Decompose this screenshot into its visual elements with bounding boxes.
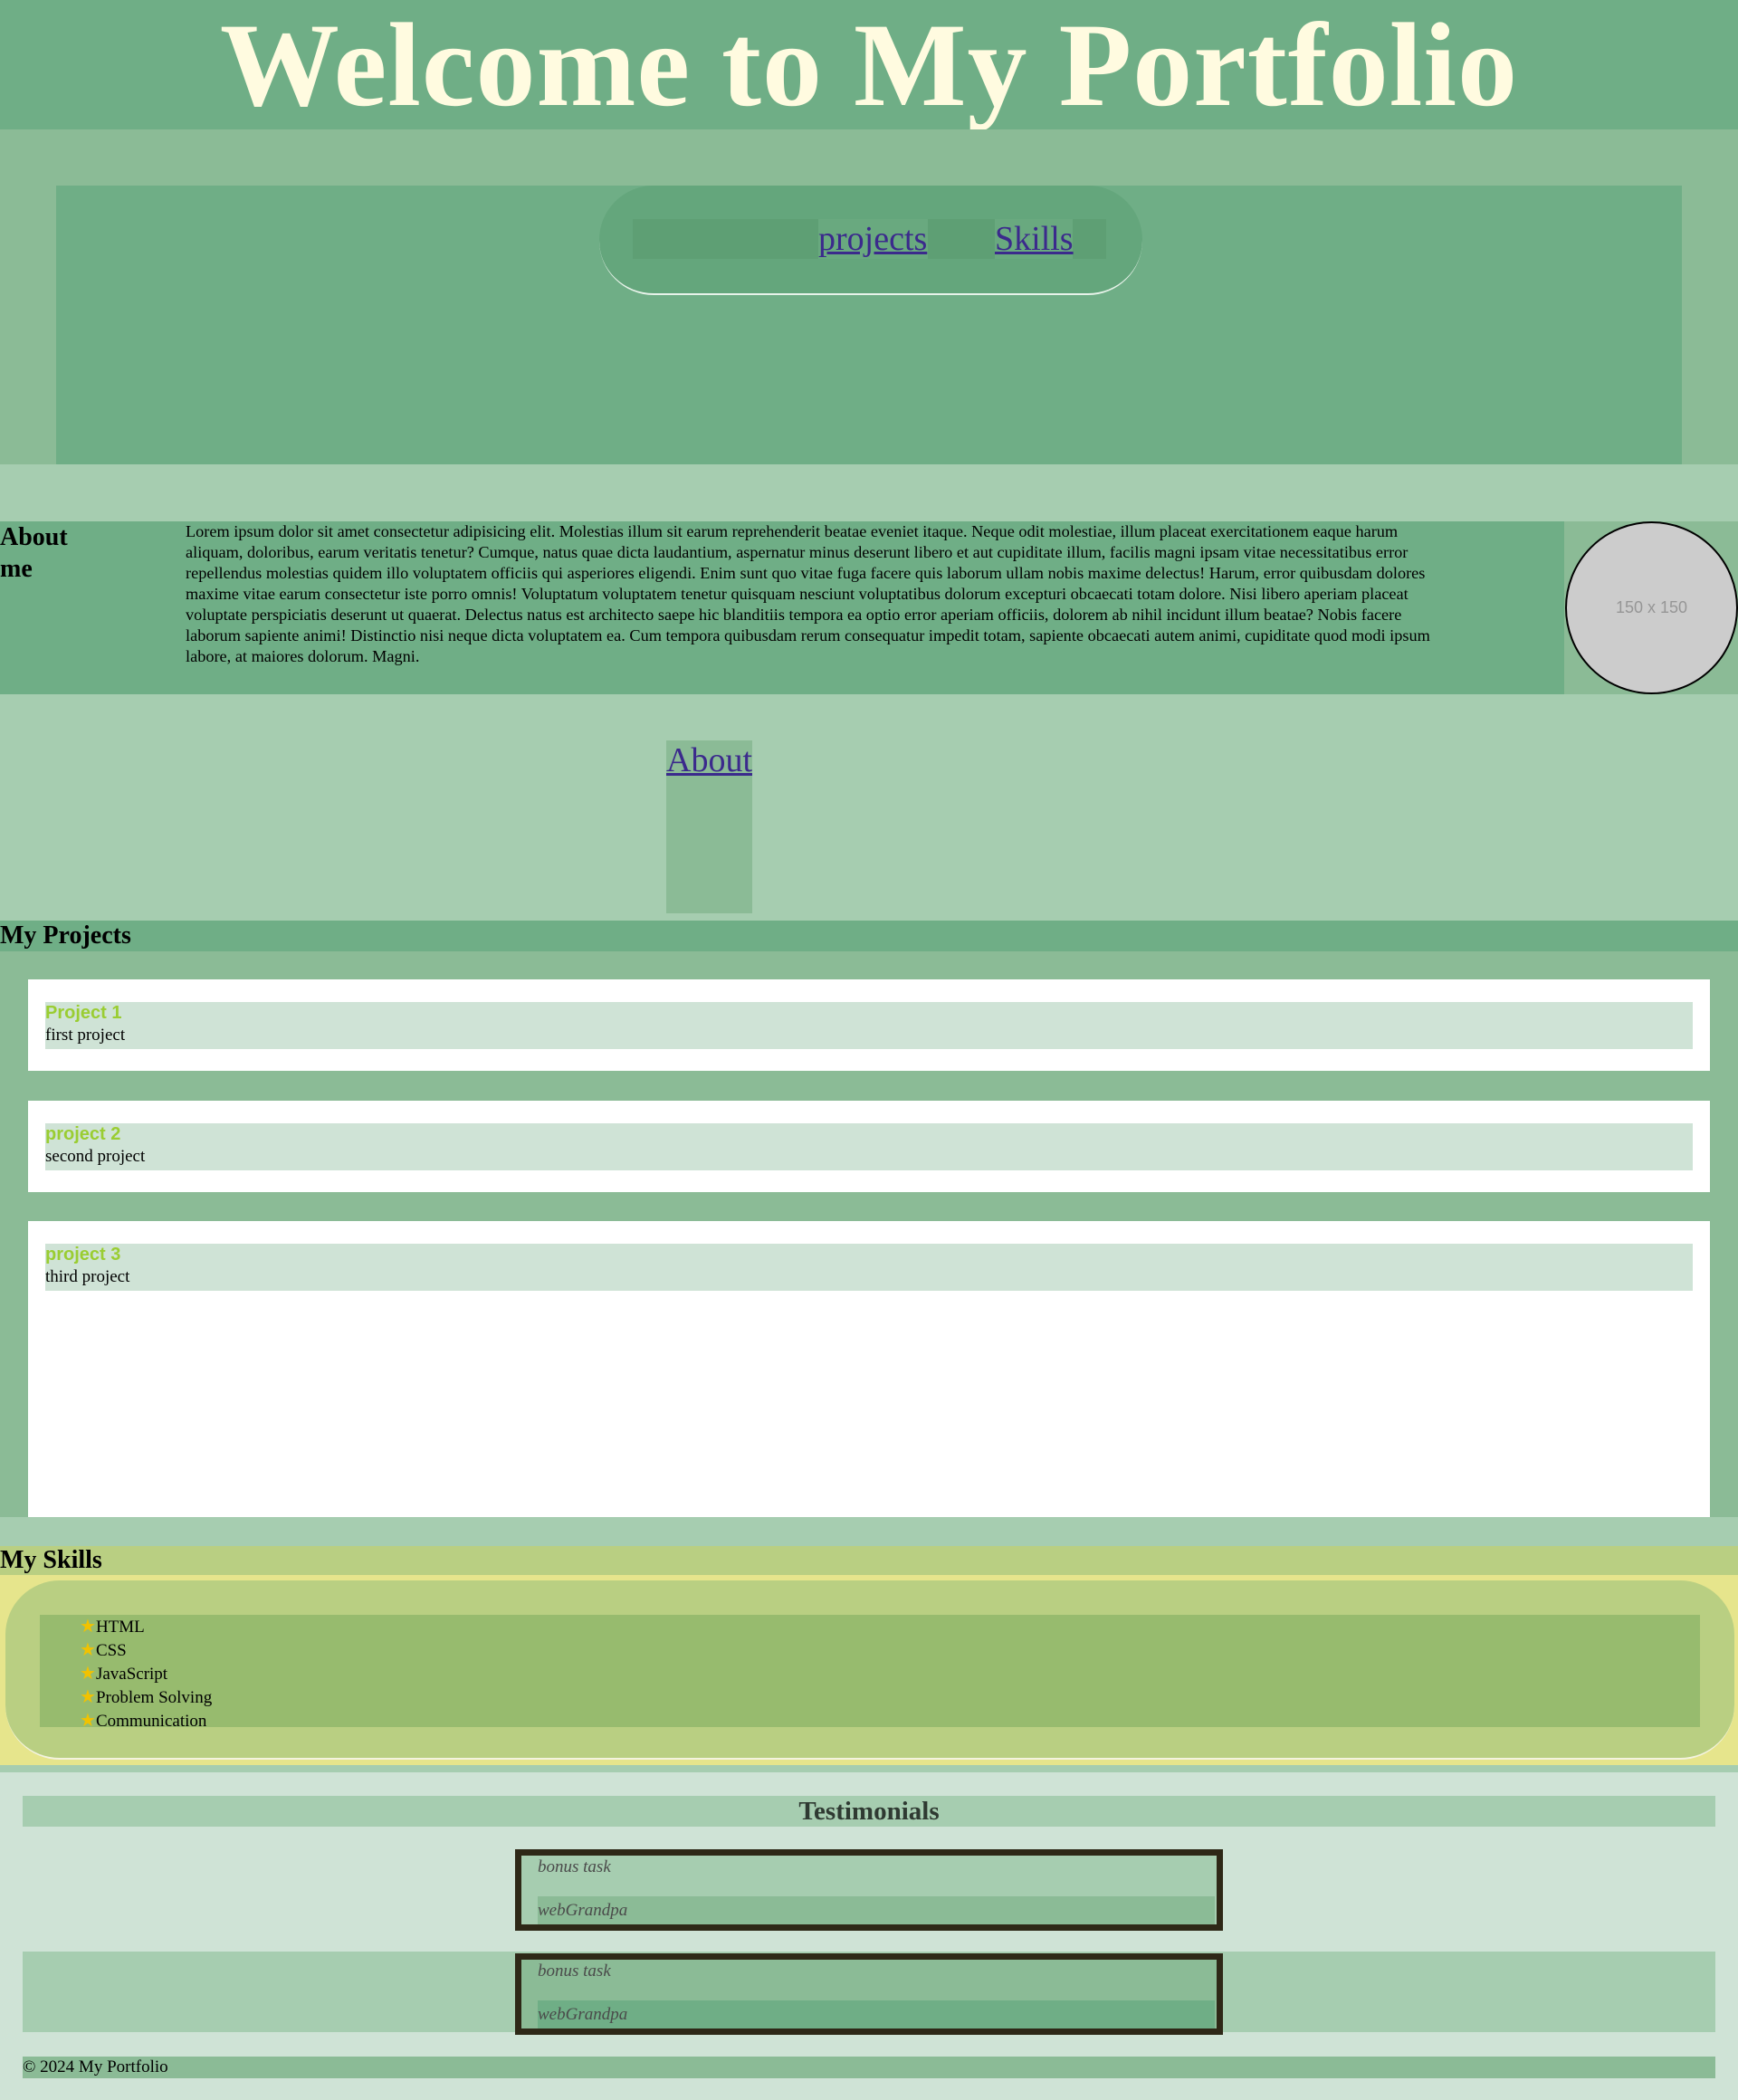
list-item: ★JavaScript [80, 1662, 1700, 1685]
skill-label: HTML [95, 1618, 145, 1637]
star-icon: ★ [80, 1709, 96, 1731]
testimonial-quote: bonus task [538, 1962, 611, 1981]
star-icon: ★ [80, 1615, 96, 1637]
project-name: project 2 [45, 1124, 121, 1144]
project-desc: first project [45, 1026, 126, 1045]
list-item: ★Problem Solving [80, 1685, 1700, 1709]
skill-label: Problem Solving [95, 1688, 213, 1707]
project-card-body: Project 1 first project [45, 1002, 1693, 1049]
nav-link-projects[interactable]: projects [818, 219, 928, 259]
testimonials-heading: Testimonials [23, 1796, 1715, 1827]
nav-link-about[interactable]: About [666, 740, 752, 913]
star-icon: ★ [80, 1685, 96, 1707]
star-icon: ★ [80, 1662, 96, 1684]
nav-bar: About projects Skills [633, 219, 1106, 913]
nav-pill: About projects Skills [599, 186, 1142, 913]
testimonial-quote: bonus task [538, 1857, 611, 1876]
project-name: Project 1 [45, 1003, 122, 1023]
about-content: About me Lorem ipsum dolor sit amet cons… [0, 521, 1564, 694]
testimonial-card: bonus task webGrandpa [515, 1953, 1223, 2035]
project-desc: second project [45, 1147, 146, 1166]
list-item: ★Communication [80, 1709, 1700, 1732]
project-name: project 3 [45, 1245, 121, 1265]
project-card: project 3 third project [28, 1221, 1710, 1517]
skills-section: ★HTML ★CSS ★JavaScript ★Problem Solving … [0, 1575, 1738, 1765]
about-text: Lorem ipsum dolor sit amet consectetur a… [186, 522, 1430, 665]
project-card-body: project 3 third project [45, 1244, 1693, 1291]
nav-section: About projects Skills [0, 129, 1738, 913]
projects-section: Project 1 first project project 2 second… [0, 951, 1738, 1517]
profile-image-placeholder: 150 x 150 [1565, 521, 1738, 694]
skill-label: Communication [95, 1712, 207, 1731]
project-card: Project 1 first project [28, 979, 1710, 1071]
about-heading: About me [0, 523, 68, 583]
project-card-body: project 2 second project [45, 1123, 1693, 1170]
list-item: ★HTML [80, 1615, 1700, 1638]
about-section: About me Lorem ipsum dolor sit amet cons… [0, 521, 1738, 694]
skills-list: ★HTML ★CSS ★JavaScript ★Problem Solving … [40, 1615, 1700, 1732]
testimonial-author: webGrandpa [538, 1896, 1215, 1924]
nav-link-skills[interactable]: Skills [995, 219, 1074, 259]
skills-pill: ★HTML ★CSS ★JavaScript ★Problem Solving … [5, 1580, 1734, 1760]
nav-container: About projects Skills [56, 186, 1682, 913]
testimonial-author: webGrandpa [538, 2000, 1215, 2028]
copyright-text: © 2024 My Portfolio [23, 2057, 1715, 2078]
page-title: Welcome to My Portfolio [219, 0, 1519, 131]
skill-label: CSS [95, 1641, 127, 1660]
testimonial-card: bonus task webGrandpa [515, 1849, 1223, 1931]
list-item: ★CSS [80, 1638, 1700, 1662]
skills-list-box: ★HTML ★CSS ★JavaScript ★Problem Solving … [40, 1615, 1700, 1731]
skill-label: JavaScript [95, 1665, 168, 1684]
site-header: Welcome to My Portfolio [0, 0, 1738, 129]
footer-area: Testimonials bonus task webGrandpa bonus… [0, 1772, 1738, 2100]
project-desc: third project [45, 1267, 130, 1286]
star-icon: ★ [80, 1638, 96, 1660]
skills-heading: My Skills [0, 1546, 1738, 1575]
projects-heading: My Projects [0, 921, 1738, 951]
project-card: project 2 second project [28, 1101, 1710, 1192]
